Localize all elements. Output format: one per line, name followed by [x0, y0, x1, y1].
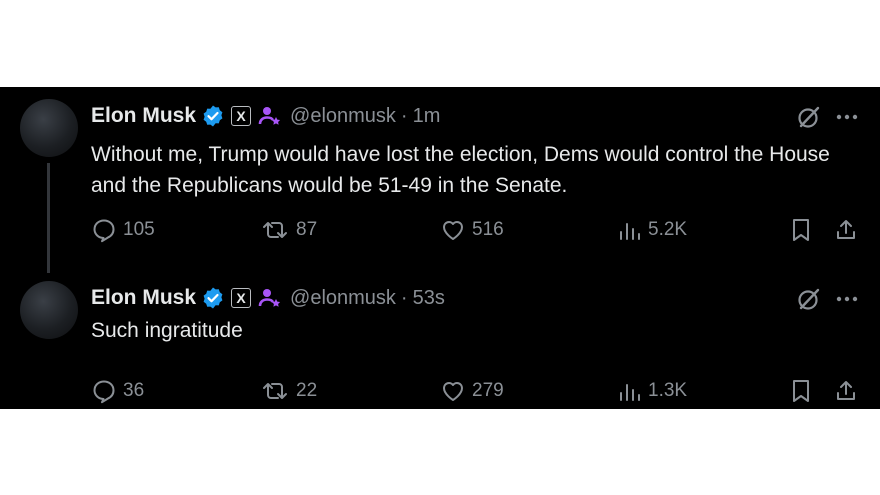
- x-badge-icon: X: [231, 288, 252, 308]
- tweet[interactable]: Elon Musk X @elonmusk · 53s Such ingrati…: [0, 277, 880, 409]
- reply-count: 36: [123, 380, 145, 401]
- like-button[interactable]: 516: [440, 215, 504, 245]
- repost-count: 22: [296, 380, 318, 401]
- repost-count: 87: [296, 219, 318, 240]
- share-button[interactable]: [834, 215, 864, 245]
- bookmark-button[interactable]: [790, 376, 818, 406]
- tweet-timestamp[interactable]: 1m: [413, 105, 441, 128]
- reply-button[interactable]: 105: [91, 215, 155, 245]
- like-icon: [443, 221, 463, 240]
- persona-icon: [258, 286, 282, 310]
- author-name[interactable]: Elon Musk: [91, 286, 196, 310]
- views-count: 1.3K: [648, 380, 688, 401]
- share-button[interactable]: [834, 376, 864, 406]
- x-badge-icon: X: [231, 106, 252, 126]
- repost-icon: [263, 222, 287, 238]
- share-icon: [837, 381, 855, 400]
- views-button[interactable]: 5.2K: [618, 215, 687, 245]
- like-count: 516: [472, 219, 504, 240]
- more-icon[interactable]: [834, 104, 860, 130]
- tweet-timestamp[interactable]: 53s: [413, 287, 445, 310]
- repost-button[interactable]: 22: [260, 376, 317, 406]
- bookmark-icon: [793, 219, 809, 241]
- views-button[interactable]: 1.3K: [618, 376, 687, 406]
- tweet-thread: Elon Musk X @elonmusk · 1m Without me, T…: [0, 87, 880, 409]
- avatar[interactable]: [20, 99, 78, 157]
- author-name[interactable]: Elon Musk: [91, 104, 196, 128]
- views-count: 5.2K: [648, 219, 688, 240]
- share-icon: [837, 220, 855, 239]
- like-count: 279: [472, 380, 504, 401]
- verified-badge-icon: [201, 286, 225, 310]
- tweet[interactable]: Elon Musk X @elonmusk · 1m Without me, T…: [0, 87, 880, 277]
- views-icon: [620, 384, 640, 401]
- tweet-actions: 36 22 279 1.3K: [0, 376, 880, 406]
- tweet-actions: 105 87 516 5.2K: [0, 215, 880, 245]
- reply-icon: [93, 380, 115, 404]
- reply-count: 105: [123, 219, 155, 240]
- tweet-text: Without me, Trump would have lost the el…: [91, 143, 830, 197]
- separator-dot: ·: [400, 104, 408, 127]
- tweet-header: Elon Musk X @elonmusk · 53s: [91, 283, 445, 313]
- bookmark-button[interactable]: [790, 215, 818, 245]
- grok-icon[interactable]: [796, 104, 822, 130]
- tweet-header: Elon Musk X @elonmusk · 1m: [91, 101, 440, 131]
- avatar[interactable]: [20, 281, 78, 339]
- like-button[interactable]: 279: [440, 376, 504, 406]
- like-icon: [443, 382, 463, 401]
- separator-dot: ·: [400, 286, 408, 309]
- reply-icon: [93, 219, 115, 243]
- repost-button[interactable]: 87: [260, 215, 317, 245]
- tweet-text: Such ingratitude: [91, 319, 243, 342]
- bookmark-icon: [793, 380, 809, 402]
- views-icon: [620, 223, 640, 240]
- more-icon[interactable]: [834, 286, 860, 312]
- author-handle[interactable]: @elonmusk: [290, 105, 396, 128]
- repost-icon: [263, 383, 287, 399]
- persona-icon: [258, 104, 282, 128]
- verified-badge-icon: [201, 104, 225, 128]
- grok-icon[interactable]: [796, 286, 822, 312]
- author-handle[interactable]: @elonmusk: [290, 287, 396, 310]
- reply-button[interactable]: 36: [91, 376, 144, 406]
